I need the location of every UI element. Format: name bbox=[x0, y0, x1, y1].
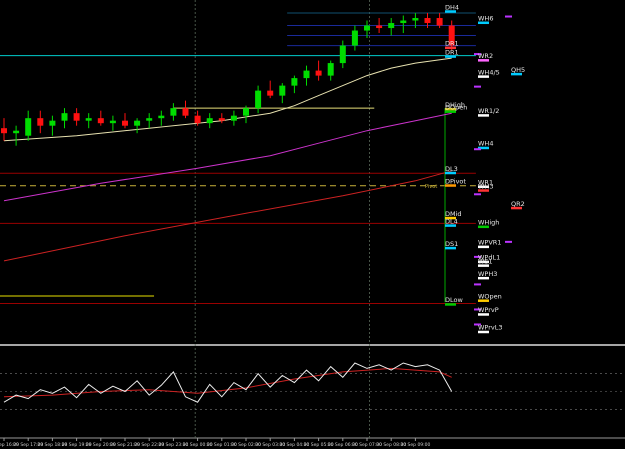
candle-body-20 bbox=[243, 108, 249, 116]
candle-body-30 bbox=[364, 25, 370, 31]
candle-body-26 bbox=[315, 70, 322, 76]
candle-body-4 bbox=[49, 120, 56, 126]
candle-body-35 bbox=[424, 18, 431, 24]
candle-body-5 bbox=[61, 113, 68, 121]
candle-body-11 bbox=[134, 120, 141, 126]
level-label-15: WH4 bbox=[478, 140, 493, 148]
candle-body-13 bbox=[158, 115, 165, 119]
candle-body-0 bbox=[1, 128, 7, 134]
level-label-21: WS1 bbox=[478, 257, 493, 265]
violet-marker-3 bbox=[474, 148, 481, 151]
level-label-14: WR1/2 bbox=[478, 107, 499, 115]
violet-marker-5 bbox=[505, 240, 512, 243]
level-label-6: DPivot bbox=[445, 177, 466, 185]
candle-body-23 bbox=[279, 85, 286, 96]
candle-body-7 bbox=[85, 118, 92, 121]
pivot-tag: Pivot bbox=[425, 184, 437, 190]
moving-average-2 bbox=[3, 170, 452, 262]
candle-body-15 bbox=[182, 108, 189, 116]
level-label-26: QH5 bbox=[511, 66, 525, 74]
level-label-22: WPH3 bbox=[478, 270, 497, 278]
candle-body-1 bbox=[13, 130, 20, 134]
level-label-27: QR2 bbox=[511, 200, 525, 208]
candle-body-19 bbox=[230, 115, 237, 121]
level-lines bbox=[0, 12, 476, 304]
violet-marker-7 bbox=[474, 283, 481, 286]
level-label-8: DL4 bbox=[445, 217, 458, 225]
candle-body-22 bbox=[267, 90, 274, 96]
level-label-23: WOpen bbox=[478, 292, 502, 300]
candle-body-3 bbox=[37, 118, 44, 126]
level-labels: DH4DR1DR1DHighDOpenDL3DPivotDMidDL4DS1DL… bbox=[425, 3, 525, 331]
level-label-24: WPrvP bbox=[478, 306, 499, 314]
level-label-4: DOpen bbox=[445, 103, 467, 111]
candle-body-24 bbox=[291, 78, 298, 86]
candle-body-29 bbox=[351, 30, 358, 46]
candle-body-10 bbox=[122, 120, 128, 126]
violet-marker-4 bbox=[474, 193, 481, 196]
candle-body-16 bbox=[194, 115, 201, 124]
candle-body-27 bbox=[327, 63, 334, 76]
candle-body-28 bbox=[339, 45, 346, 64]
violet-marker-0 bbox=[505, 15, 512, 18]
candle-body-25 bbox=[303, 70, 310, 79]
candle-body-34 bbox=[412, 18, 419, 21]
level-label-19: WPVR1 bbox=[478, 239, 501, 247]
candle-body-17 bbox=[206, 118, 213, 124]
level-label-18: WHigh bbox=[478, 219, 499, 227]
level-label-17: WH3 bbox=[478, 182, 493, 190]
level-label-25: WPrvL3 bbox=[478, 324, 503, 332]
level-label-9: DS1 bbox=[445, 240, 458, 248]
grid-lines bbox=[0, 0, 625, 439]
candlesticks[interactable] bbox=[1, 13, 455, 146]
candle-body-2 bbox=[25, 118, 32, 136]
violet-marker-2 bbox=[474, 85, 481, 88]
candle-body-36 bbox=[436, 18, 443, 26]
candle-body-21 bbox=[255, 90, 262, 109]
level-label-10: DLow bbox=[445, 296, 463, 304]
candle-body-6 bbox=[73, 113, 80, 121]
oscillator-panel bbox=[0, 362, 625, 410]
time-label-17: 30 Sep 09:00 bbox=[400, 442, 430, 448]
candle-body-33 bbox=[400, 20, 407, 24]
candle-body-9 bbox=[109, 120, 116, 124]
candle-body-31 bbox=[376, 25, 383, 29]
level-label-2: DR1 bbox=[445, 48, 459, 56]
time-axis: 29 Sep 16:0029 Sep 17:0029 Sep 18:0029 S… bbox=[0, 438, 431, 448]
level-label-12: WR2 bbox=[478, 52, 493, 60]
candle-body-14 bbox=[170, 108, 177, 116]
price-chart: DH4DR1DR1DHighDOpenDL3DPivotDMidDL4DS1DL… bbox=[0, 0, 625, 448]
level-label-5: DL3 bbox=[445, 165, 458, 173]
moving-averages bbox=[3, 57, 452, 262]
candle-body-18 bbox=[218, 118, 225, 121]
candle-body-8 bbox=[97, 118, 104, 124]
candle-body-12 bbox=[146, 118, 153, 121]
level-label-0: DH4 bbox=[445, 3, 459, 11]
moving-average-0 bbox=[3, 57, 452, 142]
level-label-1: DR1 bbox=[445, 40, 459, 48]
level-label-13: WH4/5 bbox=[478, 68, 500, 76]
level-label-11: WH6 bbox=[478, 15, 493, 23]
candle-body-32 bbox=[388, 23, 395, 29]
